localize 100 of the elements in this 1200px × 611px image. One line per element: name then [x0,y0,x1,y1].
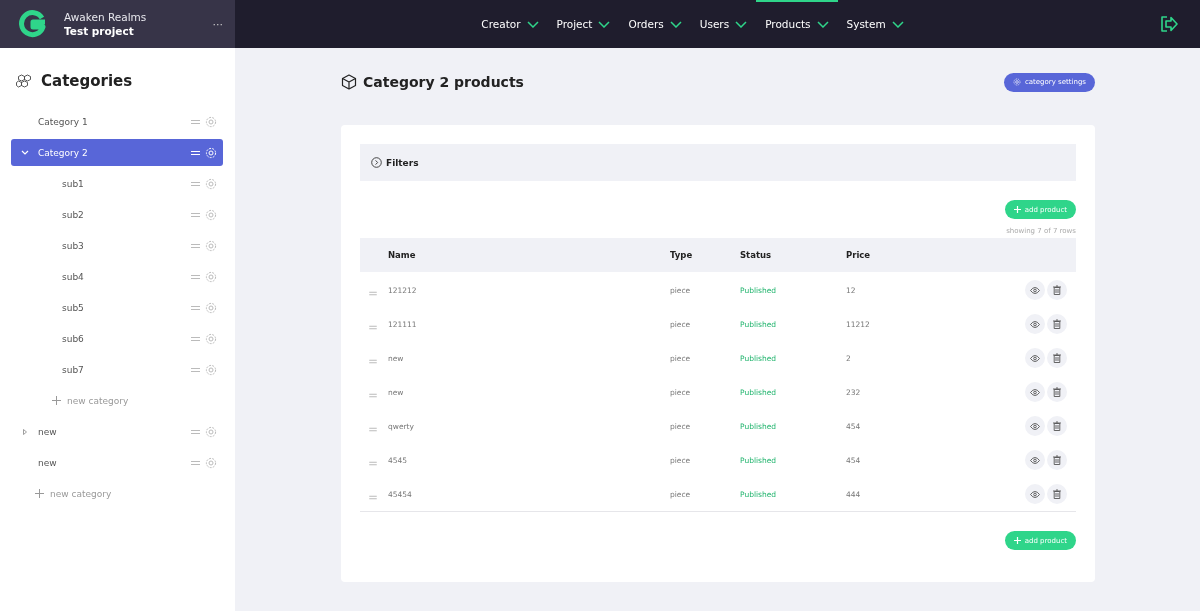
drag-handle-icon[interactable] [191,304,200,311]
category-item[interactable]: sub1 [11,170,223,197]
nav-menu-item[interactable]: Products [756,0,838,48]
box-icon [341,74,357,90]
drag-handle-icon[interactable] [191,118,200,125]
eye-icon [1030,490,1040,498]
chevron-down-icon [669,20,682,28]
view-button[interactable] [1025,382,1045,402]
eye-icon [1030,456,1040,464]
delete-button[interactable] [1047,416,1067,436]
drag-handle-icon[interactable] [368,494,378,500]
chevron-down-icon [735,20,748,28]
drag-handle-icon[interactable] [368,324,378,330]
settings-icon[interactable] [205,332,217,345]
settings-icon[interactable] [205,208,217,221]
settings-icon [1012,78,1021,86]
category-item[interactable]: new [11,449,223,476]
caret-right-icon[interactable] [22,428,27,435]
plus-icon [35,489,44,498]
nav-menu-item[interactable]: Users [690,0,757,48]
category-item[interactable]: Category 2 [11,139,223,166]
nav-menu-item[interactable]: Creator [472,0,548,48]
settings-icon[interactable] [205,115,217,128]
category-item[interactable]: sub5 [11,294,223,321]
drag-handle-icon[interactable] [191,180,200,187]
cubes-icon [16,73,33,89]
category-item[interactable]: sub6 [11,325,223,352]
delete-button[interactable] [1047,348,1067,368]
more-button[interactable]: ··· [212,17,223,31]
drag-handle-icon[interactable] [191,459,200,466]
delete-button[interactable] [1047,280,1067,300]
nav-menu-item[interactable]: System [837,0,913,48]
trash-icon [1053,285,1061,295]
delete-button[interactable] [1047,450,1067,470]
category-item[interactable]: sub3 [11,232,223,259]
column-header: Status [740,250,772,260]
view-button[interactable] [1025,484,1045,504]
column-header: Price [846,250,871,260]
plus-icon [52,396,61,405]
view-button[interactable] [1025,314,1045,334]
drag-handle-icon[interactable] [368,460,378,466]
category-item[interactable]: new [11,418,223,445]
view-button[interactable] [1025,280,1045,300]
chevron-down-icon [816,20,829,28]
chevron-down-icon[interactable] [20,150,29,155]
category-item[interactable]: sub7 [11,356,223,383]
view-button[interactable] [1025,450,1045,470]
settings-icon[interactable] [205,270,217,283]
eye-icon [1030,354,1040,362]
settings-icon[interactable] [205,239,217,252]
trash-icon [1053,421,1061,431]
chevron-down-icon [891,20,904,28]
trash-icon [1053,353,1061,363]
trash-icon [1053,489,1061,499]
drag-handle-icon[interactable] [368,290,378,296]
eye-icon [1030,388,1040,396]
eye-icon [1030,422,1040,430]
plus-icon [1013,537,1021,544]
settings-icon[interactable] [205,363,217,376]
company-name: Awaken Realms [64,11,148,23]
settings-icon[interactable] [205,301,217,314]
project-name: Test project [64,25,135,37]
view-button[interactable] [1025,348,1045,368]
drag-handle-icon[interactable] [191,335,200,342]
plus-icon [1013,206,1021,213]
column-header: Type [670,250,693,260]
drag-handle-icon[interactable] [191,428,200,435]
chevron-down-icon [598,20,611,28]
drag-handle-icon[interactable] [191,366,200,373]
trash-icon [1053,387,1061,397]
sidebar-title: Categories [41,72,133,90]
settings-icon[interactable] [205,456,217,469]
logout-icon[interactable] [1160,16,1178,32]
settings-icon[interactable] [205,177,217,190]
trash-icon [1053,319,1061,329]
delete-button[interactable] [1047,314,1067,334]
category-item[interactable]: sub2 [11,201,223,228]
delete-button[interactable] [1047,382,1067,402]
chevron-right-circle-icon [371,157,382,168]
logo-icon [18,10,46,38]
drag-handle-icon[interactable] [191,211,200,218]
drag-handle-icon[interactable] [191,273,200,280]
drag-handle-icon[interactable] [368,392,378,398]
view-button[interactable] [1025,416,1045,436]
category-item[interactable]: Category 1 [11,108,223,135]
eye-icon [1030,320,1040,328]
filters-bar[interactable]: Filters [360,144,1076,181]
nav-menu-item[interactable]: Project [547,0,620,48]
delete-button[interactable] [1047,484,1067,504]
drag-handle-icon[interactable] [368,358,378,364]
settings-icon[interactable] [205,425,217,438]
chevron-down-icon [526,20,539,28]
page-title: Category 2 products [363,74,525,90]
drag-handle-icon[interactable] [368,426,378,432]
trash-icon [1053,455,1061,465]
column-header: Name [388,250,416,260]
eye-icon [1030,286,1040,294]
nav-menu-item[interactable]: Orders [619,0,691,48]
category-item[interactable]: sub4 [11,263,223,290]
drag-handle-icon[interactable] [191,242,200,249]
